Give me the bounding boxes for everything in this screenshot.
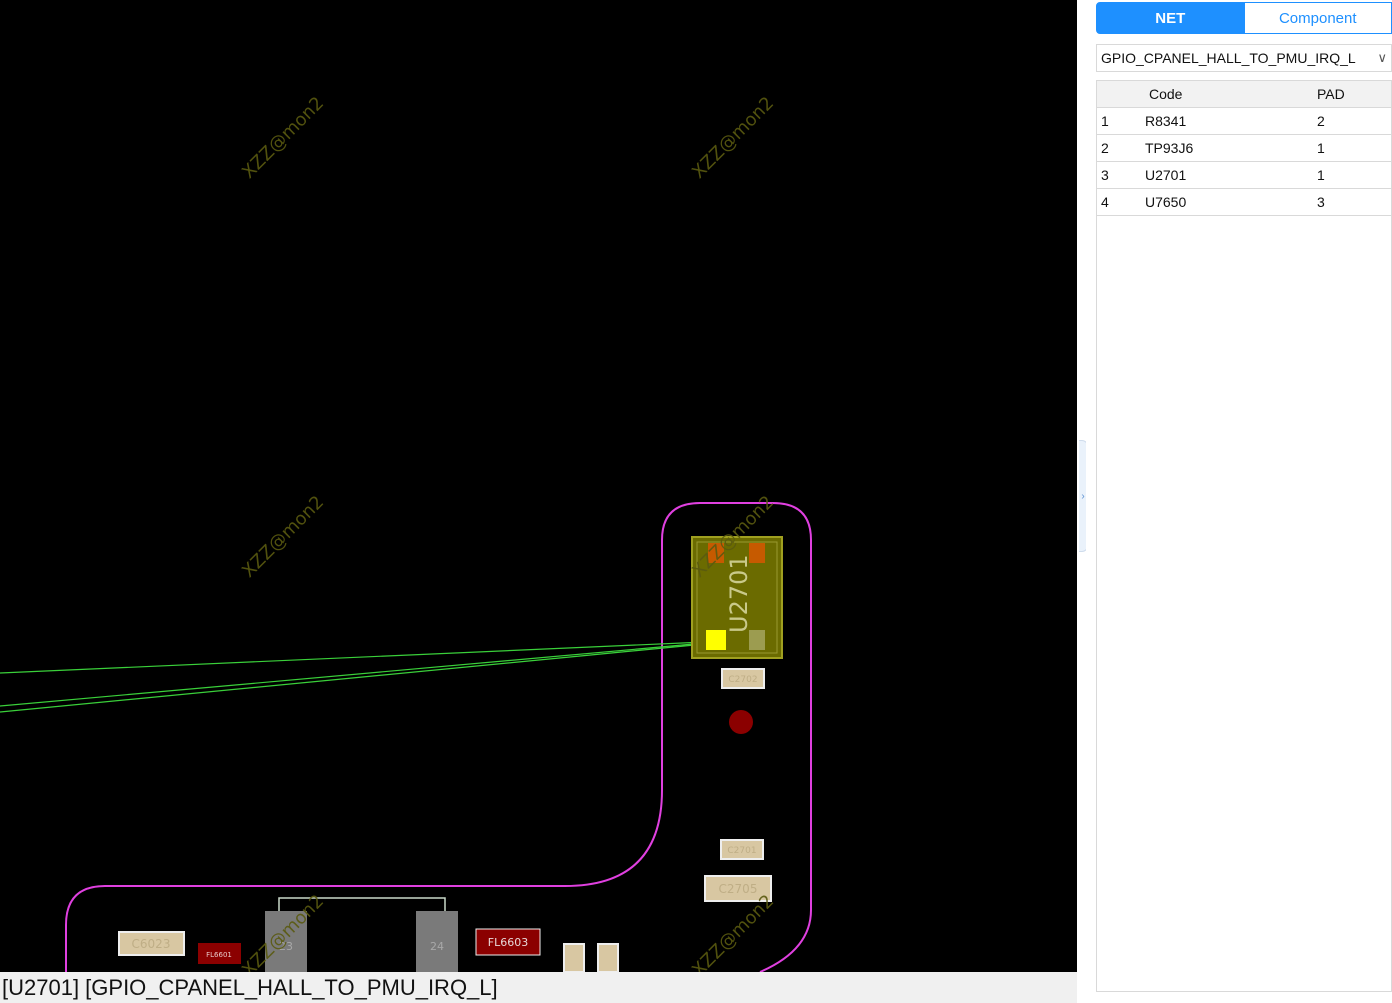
row-pad: 3 xyxy=(1317,194,1325,210)
row-index: 3 xyxy=(1101,167,1109,183)
pcb-canvas[interactable]: U2701 C2702 C2701 C2705 C6023 FL6601 FL6… xyxy=(0,0,1077,972)
table-header: Code PAD xyxy=(1097,81,1391,108)
via xyxy=(729,710,753,734)
side-panel: NET Component GPIO_CPANEL_HALL_TO_PMU_IR… xyxy=(1086,0,1392,1003)
part-small xyxy=(597,943,619,972)
column-header-code[interactable]: Code xyxy=(1149,81,1182,107)
ratsnest-line xyxy=(0,643,706,713)
row-code: U2701 xyxy=(1145,167,1187,183)
u2701-label: U2701 xyxy=(725,554,753,633)
status-bar: [U2701] [GPIO_CPANEL_HALL_TO_PMU_IRQ_L] xyxy=(0,972,1077,1003)
column-header-pad[interactable]: PAD xyxy=(1317,81,1345,107)
fl6603-label: FL6603 xyxy=(488,936,528,949)
row-index: 4 xyxy=(1101,194,1109,210)
ratsnest-line xyxy=(0,641,706,674)
fl6601-label: FL6601 xyxy=(206,951,232,959)
table-row[interactable]: 3 U2701 1 xyxy=(1097,162,1391,189)
row-pad: 1 xyxy=(1317,167,1325,183)
row-code: U7650 xyxy=(1145,194,1187,210)
net-select-value: GPIO_CPANEL_HALL_TO_PMU_IRQ_L xyxy=(1101,50,1356,66)
row-pad: 2 xyxy=(1317,113,1325,129)
panel-tabs: NET Component xyxy=(1096,2,1392,34)
c2702-label: C2702 xyxy=(728,675,757,685)
row-pad: 1 xyxy=(1317,140,1325,156)
row-code: TP93J6 xyxy=(1145,140,1194,156)
table-row[interactable]: 4 U7650 3 xyxy=(1097,189,1391,216)
row-code: R8341 xyxy=(1145,113,1187,129)
row-index: 2 xyxy=(1101,140,1109,156)
table-row[interactable]: 2 TP93J6 1 xyxy=(1097,135,1391,162)
pin-24-label: 24 xyxy=(430,940,444,953)
row-index: 1 xyxy=(1101,113,1109,129)
pcb-drawing: U2701 C2702 C2701 C2705 C6023 FL6601 FL6… xyxy=(0,502,812,972)
pad-1-selected xyxy=(706,630,726,650)
c2705-label: C2705 xyxy=(719,882,758,896)
ratsnest-line xyxy=(0,642,706,707)
part-small xyxy=(563,943,585,972)
table-row[interactable]: 1 R8341 2 xyxy=(1097,108,1391,135)
chevron-down-icon: ∨ xyxy=(1377,50,1387,65)
c2701-label: C2701 xyxy=(727,846,756,856)
chevron-right-icon: › xyxy=(1081,490,1085,502)
tab-net[interactable]: NET xyxy=(1096,2,1245,34)
net-select[interactable]: GPIO_CPANEL_HALL_TO_PMU_IRQ_L ∨ xyxy=(1096,44,1392,72)
c6023-label: C6023 xyxy=(132,937,171,951)
net-table: Code PAD 1 R8341 2 2 TP93J6 1 3 U2701 1 … xyxy=(1096,80,1392,992)
tab-component[interactable]: Component xyxy=(1244,2,1392,34)
